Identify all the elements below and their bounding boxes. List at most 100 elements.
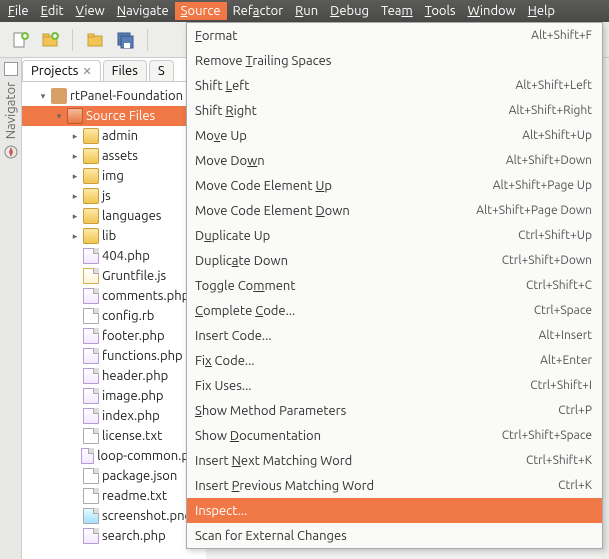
menu-shortcut: Alt+Shift+Right — [509, 104, 592, 117]
window-restore-icon[interactable] — [4, 62, 18, 76]
tree-node[interactable]: ▸ assets — [22, 146, 206, 166]
menu-item[interactable]: Remove Trailing Spaces — [187, 48, 602, 73]
tree-label: rtPanel-Foundation — [70, 89, 183, 103]
menu-item-label: Complete Code... — [195, 304, 295, 318]
menu-item-label: Move Up — [195, 129, 247, 143]
tab-files[interactable]: Files — [103, 60, 147, 81]
tree-twisty-icon[interactable]: ▾ — [54, 111, 64, 122]
menu-item[interactable]: Show DocumentationCtrl+Shift+Space — [187, 423, 602, 448]
tree-node[interactable]: ▸admin — [22, 126, 206, 146]
tree-node[interactable]: ▸img — [22, 166, 206, 186]
menu-item[interactable]: Insert Previous Matching WordCtrl+K — [187, 473, 602, 498]
menu-file[interactable]: File — [2, 2, 35, 20]
menu-item[interactable]: FormatAlt+Shift+F — [187, 23, 602, 48]
menu-item[interactable]: Inspect... — [187, 498, 602, 523]
menu-navigate[interactable]: Navigate — [111, 2, 175, 20]
tree-node[interactable]: readme.txt — [22, 486, 206, 506]
tree-label: index.php — [102, 409, 160, 423]
file i-php-icon — [83, 388, 99, 404]
menu-item[interactable]: Duplicate UpCtrl+Shift+Up — [187, 223, 602, 248]
menu-source[interactable]: Source — [175, 2, 227, 20]
menu-debug[interactable]: Debug — [324, 2, 375, 20]
tree-node[interactable]: ▸lib — [22, 226, 206, 246]
menu-item[interactable]: Shift RightAlt+Shift+Right — [187, 98, 602, 123]
menu-item[interactable]: Scan for External Changes — [187, 523, 602, 548]
menu-item[interactable]: Complete Code...Ctrl+Space — [187, 298, 602, 323]
tree-twisty-icon[interactable]: ▸ — [70, 231, 80, 242]
menu-item[interactable]: Move Down Alt+Shift+Down — [187, 148, 602, 173]
menu-item[interactable]: Fix Uses...Ctrl+Shift+I — [187, 373, 602, 398]
tab-label: Projects — [31, 64, 78, 78]
menu-item[interactable]: Insert Code...Alt+Insert — [187, 323, 602, 348]
menu-window[interactable]: Window — [462, 2, 522, 20]
menu-item[interactable]: Insert Next Matching WordCtrl+Shift+K — [187, 448, 602, 473]
tree-node[interactable]: functions.php — [22, 346, 206, 366]
menu-view[interactable]: View — [70, 2, 111, 20]
menu-run[interactable]: Run — [289, 2, 324, 20]
tree-node[interactable]: header.php — [22, 366, 206, 386]
menu-item[interactable]: Move Code Element DownAlt+Shift+Page Dow… — [187, 198, 602, 223]
open-button[interactable] — [83, 28, 107, 52]
new-file-button[interactable] — [8, 28, 32, 52]
tab-projects[interactable]: Projects ✕ — [22, 60, 101, 81]
menu-item[interactable]: Toggle CommentCtrl+Shift+C — [187, 273, 602, 298]
tree-node[interactable]: config.rb — [22, 306, 206, 326]
menu-tools[interactable]: Tools — [419, 2, 462, 20]
tab-s[interactable]: S — [149, 60, 174, 81]
tree-twisty-icon[interactable]: ▸ — [70, 211, 80, 222]
tree-label: readme.txt — [102, 489, 167, 503]
tree-label: assets — [102, 149, 138, 163]
tree-node[interactable]: 404.php — [22, 246, 206, 266]
tree-node[interactable]: ▾ rtPanel-Foundation — [22, 86, 206, 106]
tree-twisty-icon[interactable]: ▸ — [70, 191, 80, 202]
file i-txt-icon — [83, 308, 99, 324]
menu-item[interactable]: Show Method ParametersCtrl+P — [187, 398, 602, 423]
menu-shortcut: Alt+Shift+Down — [506, 154, 592, 167]
tree-node-selected[interactable]: ▾ Source Files — [22, 106, 206, 126]
tree-node[interactable]: Gruntfile.js — [22, 266, 206, 286]
menu-team[interactable]: Team — [375, 2, 419, 20]
menu-help[interactable]: Help — [522, 2, 561, 20]
tree-label: screenshot.png — [102, 509, 192, 523]
menu-shortcut: Ctrl+Shift+C — [526, 279, 592, 292]
tree-node[interactable]: footer.php — [22, 326, 206, 346]
tree-node[interactable]: ▸languages — [22, 206, 206, 226]
tab-label: Files — [112, 64, 138, 78]
tree-label: Source Files — [86, 109, 155, 123]
tree-twisty-icon[interactable]: ▸ — [70, 151, 80, 162]
tree-node[interactable]: package.json — [22, 466, 206, 486]
tree-node[interactable]: license.txt — [22, 426, 206, 446]
menu-item-label: Move Code Element Up — [195, 179, 332, 193]
tree-node[interactable]: ▸js — [22, 186, 206, 206]
tree-node[interactable]: search.php — [22, 526, 206, 546]
menu-item[interactable]: Duplicate DownCtrl+Shift+Down — [187, 248, 602, 273]
close-icon[interactable]: ✕ — [82, 65, 91, 78]
tree-twisty-icon[interactable]: ▾ — [38, 91, 48, 102]
file i-php-icon — [83, 288, 99, 304]
menu-refactor[interactable]: Refactor — [227, 2, 290, 20]
menu-item-label: Fix Code... — [195, 354, 255, 368]
tree-node[interactable]: screenshot.png — [22, 506, 206, 526]
tree-node[interactable]: image.php — [22, 386, 206, 406]
tree-node[interactable]: loop-common.php — [22, 446, 206, 466]
new-project-button[interactable] — [38, 28, 62, 52]
tree-twisty-icon[interactable]: ▸ — [70, 171, 80, 182]
fold-icon — [83, 168, 99, 184]
tree-label: search.php — [102, 529, 166, 543]
fold-icon — [83, 188, 99, 204]
menu-item[interactable]: Move UpAlt+Shift+Up — [187, 123, 602, 148]
fold-icon — [83, 148, 99, 164]
navigator-tab[interactable]: Navigator — [4, 78, 18, 143]
tree-twisty-icon[interactable]: ▸ — [70, 131, 80, 142]
menu-item-label: Move Down — [195, 154, 265, 168]
save-all-button[interactable] — [113, 28, 137, 52]
menu-shortcut: Alt+Shift+Page Up — [493, 179, 592, 192]
menu-item[interactable]: Shift LeftAlt+Shift+Left — [187, 73, 602, 98]
menu-item[interactable]: Move Code Element Up Alt+Shift+Page Up — [187, 173, 602, 198]
menu-edit[interactable]: Edit — [35, 2, 70, 20]
project-tree[interactable]: ▾rtPanel-Foundation▾Source Files▸admin▸a… — [22, 82, 206, 550]
tree-node[interactable]: index.php — [22, 406, 206, 426]
tree-node[interactable]: comments.php — [22, 286, 206, 306]
menu-item[interactable]: Fix Code...Alt+Enter — [187, 348, 602, 373]
src-icon — [67, 108, 83, 124]
